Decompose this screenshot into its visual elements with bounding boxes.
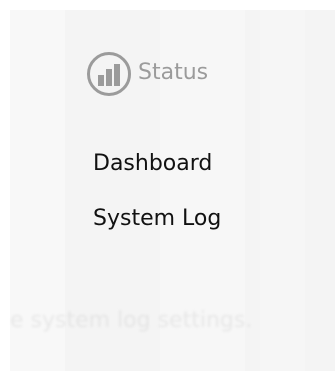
status-label: Status — [138, 60, 209, 85]
bar-chart-icon — [87, 52, 131, 96]
screen: e system log settings. Status Dashboard … — [0, 0, 335, 371]
background-faded-text: e system log settings. — [10, 308, 253, 333]
menu-item-system-log[interactable]: System Log — [93, 208, 221, 230]
menu-item-dashboard[interactable]: Dashboard — [93, 153, 212, 175]
status-menu-header[interactable]: Status — [86, 49, 208, 99]
background-stripe — [260, 10, 305, 371]
